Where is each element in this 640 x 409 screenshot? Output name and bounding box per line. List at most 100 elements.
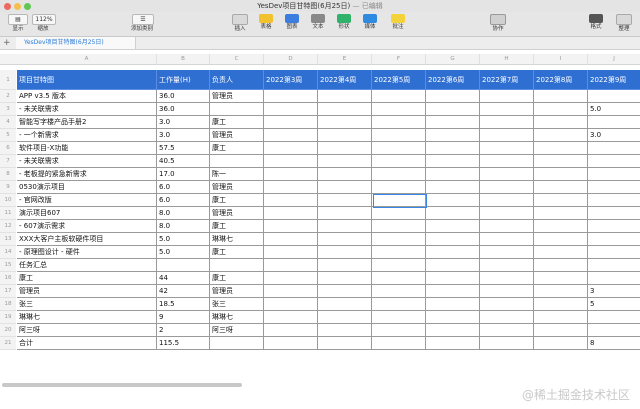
table-cell[interactable] [480,181,534,194]
table-cell[interactable] [480,246,534,259]
table-cell[interactable] [264,116,318,129]
table-cell[interactable]: 8 [588,337,640,350]
add-category-button[interactable]: ☰ 添加类别 [122,14,162,36]
table-cell[interactable] [264,324,318,337]
table-cell[interactable] [372,298,426,311]
table-cell[interactable] [264,103,318,116]
row-number[interactable]: 12 [0,220,16,233]
table-cell[interactable] [372,90,426,103]
table-cell[interactable]: 40.5 [157,155,210,168]
table-cell[interactable] [534,272,588,285]
table-cell[interactable]: 5.0 [157,233,210,246]
column-header[interactable]: 2022第6周 [426,70,480,90]
table-cell[interactable]: 9 [157,311,210,324]
table-cell[interactable]: 6.0 [157,194,210,207]
table-cell[interactable] [426,116,480,129]
table-cell[interactable] [534,181,588,194]
table-cell[interactable] [264,233,318,246]
table-cell[interactable] [372,259,426,272]
table-cell[interactable]: - 官网改版 [17,194,157,207]
row-number[interactable]: 4 [0,116,16,129]
column-header[interactable]: 2022第5周 [372,70,426,90]
table-cell[interactable] [264,207,318,220]
table-cell[interactable] [480,272,534,285]
table-cell[interactable] [318,246,372,259]
table-cell[interactable]: 演示项目607 [17,207,157,220]
table-cell[interactable] [480,155,534,168]
table-cell[interactable]: 任务汇总 [17,259,157,272]
table-cell[interactable]: 115.5 [157,337,210,350]
table-cell[interactable] [372,324,426,337]
table-cell[interactable] [588,155,640,168]
table-cell[interactable]: - 未关联需求 [17,103,157,116]
table-cell[interactable]: 康工 [210,142,264,155]
table-cell[interactable] [372,142,426,155]
table-cell[interactable]: 5.0 [157,246,210,259]
table-cell[interactable] [426,207,480,220]
row-number[interactable]: 14 [0,246,16,259]
table-cell[interactable]: 6.0 [157,181,210,194]
table-cell[interactable] [426,155,480,168]
row-number[interactable]: 17 [0,285,16,298]
table-cell[interactable]: 琳琳七 [210,311,264,324]
table-cell[interactable] [588,272,640,285]
table-cell[interactable]: 3.0 [157,116,210,129]
table-cell[interactable] [426,233,480,246]
table-cell[interactable] [588,194,640,207]
table-cell[interactable] [264,220,318,233]
table-cell[interactable]: 阿三呀 [17,324,157,337]
table-cell[interactable] [426,220,480,233]
column-letter-a[interactable]: A [17,54,157,64]
table-cell[interactable]: 康工 [210,116,264,129]
table-cell[interactable] [318,311,372,324]
table-cell[interactable]: 琳琳七 [210,233,264,246]
table-cell[interactable]: 42 [157,285,210,298]
table-cell[interactable]: 44 [157,272,210,285]
table-cell[interactable] [426,90,480,103]
table-cell[interactable] [318,129,372,142]
table-cell[interactable]: - 607演示需求 [17,220,157,233]
table-cell[interactable]: 5 [588,298,640,311]
table-cell[interactable] [480,90,534,103]
table-cell[interactable] [372,337,426,350]
column-header[interactable]: 工作量(H) [157,70,210,90]
table-cell[interactable] [588,311,640,324]
column-letter-i[interactable]: I [534,54,588,64]
row-number[interactable]: 21 [0,337,16,350]
table-cell[interactable]: 0530演示项目 [17,181,157,194]
table-cell[interactable] [264,90,318,103]
table-cell[interactable]: - 原理图设计 - 硬件 [17,246,157,259]
table-cell[interactable] [588,233,640,246]
table-cell[interactable]: 管理员 [210,90,264,103]
table-cell[interactable]: 3.0 [588,129,640,142]
table-cell[interactable] [210,155,264,168]
column-header[interactable]: 2022第3周 [264,70,318,90]
table-cell[interactable] [534,246,588,259]
table-cell[interactable] [426,103,480,116]
table-cell[interactable] [588,207,640,220]
table-cell[interactable] [264,168,318,181]
row-number[interactable]: 9 [0,181,16,194]
table-cell[interactable] [318,272,372,285]
table-cell[interactable] [318,337,372,350]
row-number[interactable]: 8 [0,168,16,181]
table-cell[interactable] [264,285,318,298]
row-number[interactable]: 20 [0,324,16,337]
table-cell[interactable] [264,155,318,168]
column-letter-b[interactable]: B [157,54,210,64]
table-cell[interactable] [588,324,640,337]
table-cell[interactable]: 陈一 [210,168,264,181]
table-cell[interactable]: 合计 [17,337,157,350]
table-cell[interactable] [210,337,264,350]
table-cell[interactable] [426,142,480,155]
table-cell[interactable] [318,324,372,337]
table-cell[interactable] [372,246,426,259]
table-cell[interactable] [588,90,640,103]
table-cell[interactable] [588,246,640,259]
table-cell[interactable]: 57.5 [157,142,210,155]
table-cell[interactable]: 管理员 [210,129,264,142]
column-header[interactable]: 项目甘特图 [17,70,157,90]
column-letter-h[interactable]: H [480,54,534,64]
table-cell[interactable] [264,337,318,350]
table-cell[interactable] [480,259,534,272]
